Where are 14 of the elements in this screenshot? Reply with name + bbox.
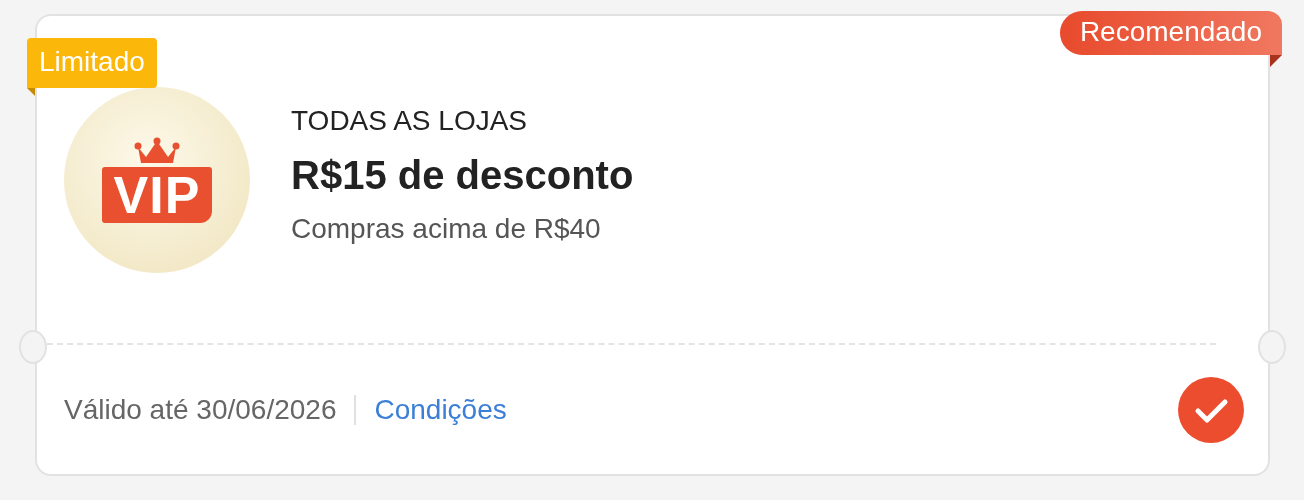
check-icon[interactable] <box>1178 376 1244 443</box>
terms-link[interactable]: Condições <box>374 393 507 426</box>
coupon-scope: TODAS AS LOJAS <box>291 104 529 138</box>
limited-badge: Limitado <box>27 38 157 88</box>
recommended-badge: Recomendado <box>1059 11 1282 55</box>
coupon-title: R$15 de desconto <box>291 152 634 199</box>
vip-label: VIP <box>101 167 213 223</box>
ribbon-fold <box>1270 55 1282 67</box>
ticket-notch <box>1258 330 1286 364</box>
ribbon-fold <box>27 88 35 96</box>
ticket-notch <box>19 330 47 364</box>
validity-date: Válido até 30/06/2026 <box>64 393 337 426</box>
coupon-condition: Compras acima de R$40 <box>291 212 602 246</box>
crown-icon <box>134 137 180 165</box>
